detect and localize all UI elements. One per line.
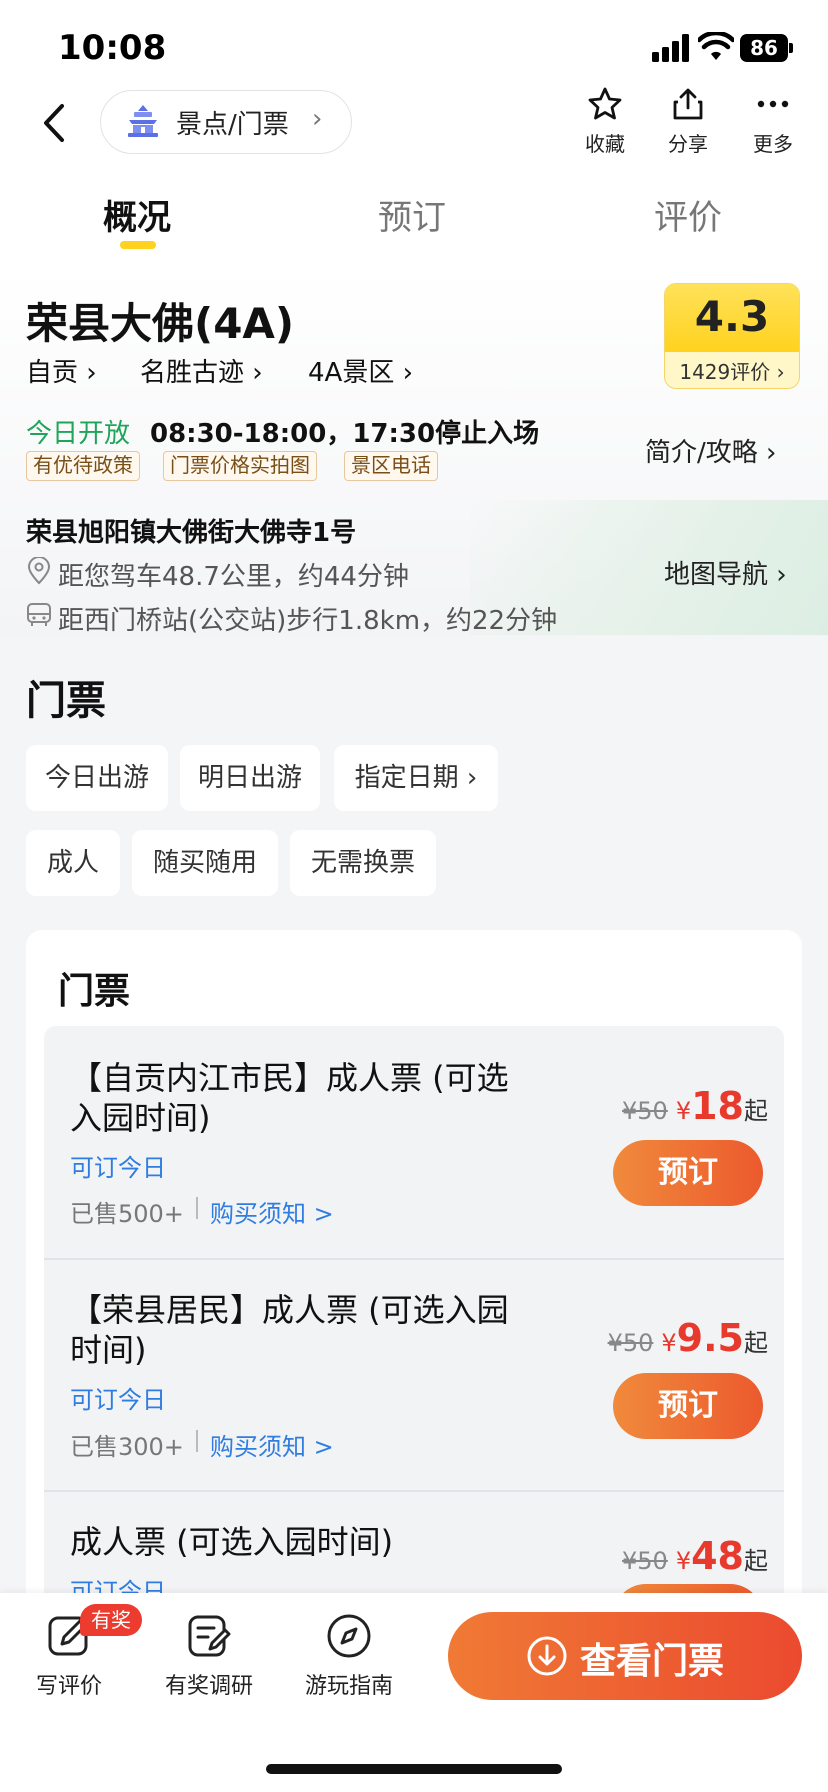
cellular-signal-icon: [652, 34, 689, 62]
status-time: 10:08: [58, 28, 167, 68]
wifi-icon: [698, 32, 734, 60]
survey-button[interactable]: 有奖调研: [154, 1612, 264, 1700]
home-indicator: [266, 1764, 562, 1774]
purchase-notice-link[interactable]: 购买须知 >: [210, 1427, 334, 1462]
reward-badge: 有奖: [80, 1604, 142, 1636]
more-icon: [757, 100, 789, 108]
separator: [196, 1430, 198, 1452]
purchase-notice-link[interactable]: 购买须知 >: [210, 1194, 334, 1229]
price-value: 48: [691, 1534, 744, 1578]
ticket-price: ¥50 ¥48起: [622, 1534, 768, 1578]
ticket-sold-count: 已售300+: [70, 1433, 184, 1461]
open-hours: 08:30-18:00，17:30停止入场: [150, 419, 540, 449]
location-pin-icon: [27, 557, 51, 585]
ticket-name[interactable]: 成人票 (可选入园时间): [70, 1522, 510, 1562]
book-button[interactable]: 预订: [613, 1140, 763, 1206]
favorite-label: 收藏: [585, 132, 625, 156]
original-price: ¥50: [622, 1097, 668, 1125]
chevron-right-icon: ›: [312, 104, 323, 134]
guide-button[interactable]: 游玩指南: [294, 1612, 404, 1700]
tab-booking[interactable]: 预订: [378, 190, 446, 239]
star-icon: [588, 87, 622, 120]
favorite-button[interactable]: 收藏: [572, 86, 638, 157]
review-count: 1429评价 ›: [679, 360, 785, 384]
share-label: 分享: [668, 132, 708, 156]
filter-no-exchange[interactable]: 无需换票: [290, 830, 436, 896]
open-status: 今日开放: [26, 419, 131, 449]
tag-discount-policy[interactable]: 有优待政策: [26, 451, 140, 481]
filter-adult[interactable]: 成人: [26, 830, 120, 896]
write-review-label: 写评价: [35, 1674, 102, 1699]
back-icon[interactable]: [38, 98, 74, 148]
ticket-name[interactable]: 【自贡内江市民】成人票 (可选入园时间): [70, 1058, 510, 1138]
divider: [44, 1258, 784, 1260]
original-price: ¥50: [622, 1547, 668, 1575]
book-button[interactable]: 预订: [613, 1373, 763, 1439]
active-tab-indicator: [120, 241, 156, 249]
guide-label: 游玩指南: [304, 1674, 393, 1699]
divider: [44, 1490, 784, 1492]
tag-phone[interactable]: 景区电话: [344, 451, 438, 481]
filter-pick-date[interactable]: 指定日期 ›: [334, 745, 498, 811]
ticket-sold-count: 已售500+: [70, 1200, 184, 1228]
bus-distance: 距西门桥站(公交站)步行1.8km，约22分钟: [58, 606, 558, 636]
price-value: 9.5: [676, 1316, 744, 1360]
download-circle-icon: [527, 1636, 567, 1676]
attraction-title: 荣县大佛(4A): [26, 299, 295, 348]
breadcrumb-label: 景点/门票: [176, 110, 289, 140]
ticket-card-title: 门票: [58, 971, 131, 1012]
share-icon: [673, 88, 703, 120]
bus-icon: [27, 603, 51, 626]
intro-guide-link[interactable]: 简介/攻略 ›: [645, 432, 776, 469]
original-price: ¥50: [607, 1329, 654, 1357]
category-link-level[interactable]: 4A景区 ›: [308, 352, 413, 389]
filter-use-anytime[interactable]: 随买随用: [132, 830, 278, 896]
map-navigation-link[interactable]: 地图导航 ›: [664, 554, 787, 591]
category-link-type[interactable]: 名胜古迹 ›: [140, 352, 263, 389]
tab-overview[interactable]: 概况: [103, 190, 171, 239]
address: 荣县旭阳镇大佛街大佛寺1号: [26, 518, 357, 548]
compass-icon: [327, 1614, 371, 1658]
ticket-price: ¥50 ¥18起: [622, 1084, 768, 1128]
category-link-city[interactable]: 自贡 ›: [26, 352, 97, 389]
temple-icon: [128, 105, 158, 137]
filter-today[interactable]: 今日出游: [26, 745, 168, 811]
battery-nub: [789, 43, 793, 53]
ticket-name[interactable]: 【荣县居民】成人票 (可选入园时间): [70, 1290, 510, 1370]
ticket-availability: 可订今日: [70, 1386, 166, 1414]
more-label: 更多: [753, 132, 793, 156]
price-value: 18: [691, 1084, 744, 1128]
share-button[interactable]: 分享: [655, 86, 721, 157]
tickets-section-title: 门票: [26, 678, 106, 724]
tag-price-photo[interactable]: 门票价格实拍图: [163, 451, 317, 481]
ticket-price: ¥50 ¥9.5起: [607, 1316, 768, 1360]
survey-label: 有奖调研: [164, 1674, 253, 1699]
battery-indicator: 86: [740, 34, 788, 62]
filter-tomorrow[interactable]: 明日出游: [180, 745, 320, 811]
view-tickets-label: 查看门票: [580, 1641, 725, 1682]
ticket-availability: 可订今日: [70, 1154, 166, 1182]
survey-icon: [188, 1615, 231, 1657]
rating-score: 4.3: [694, 292, 770, 341]
tab-reviews[interactable]: 评价: [654, 190, 722, 239]
more-button[interactable]: 更多: [740, 86, 806, 157]
drive-distance: 距您驾车48.7公里，约44分钟: [58, 562, 409, 592]
separator: [196, 1197, 198, 1219]
